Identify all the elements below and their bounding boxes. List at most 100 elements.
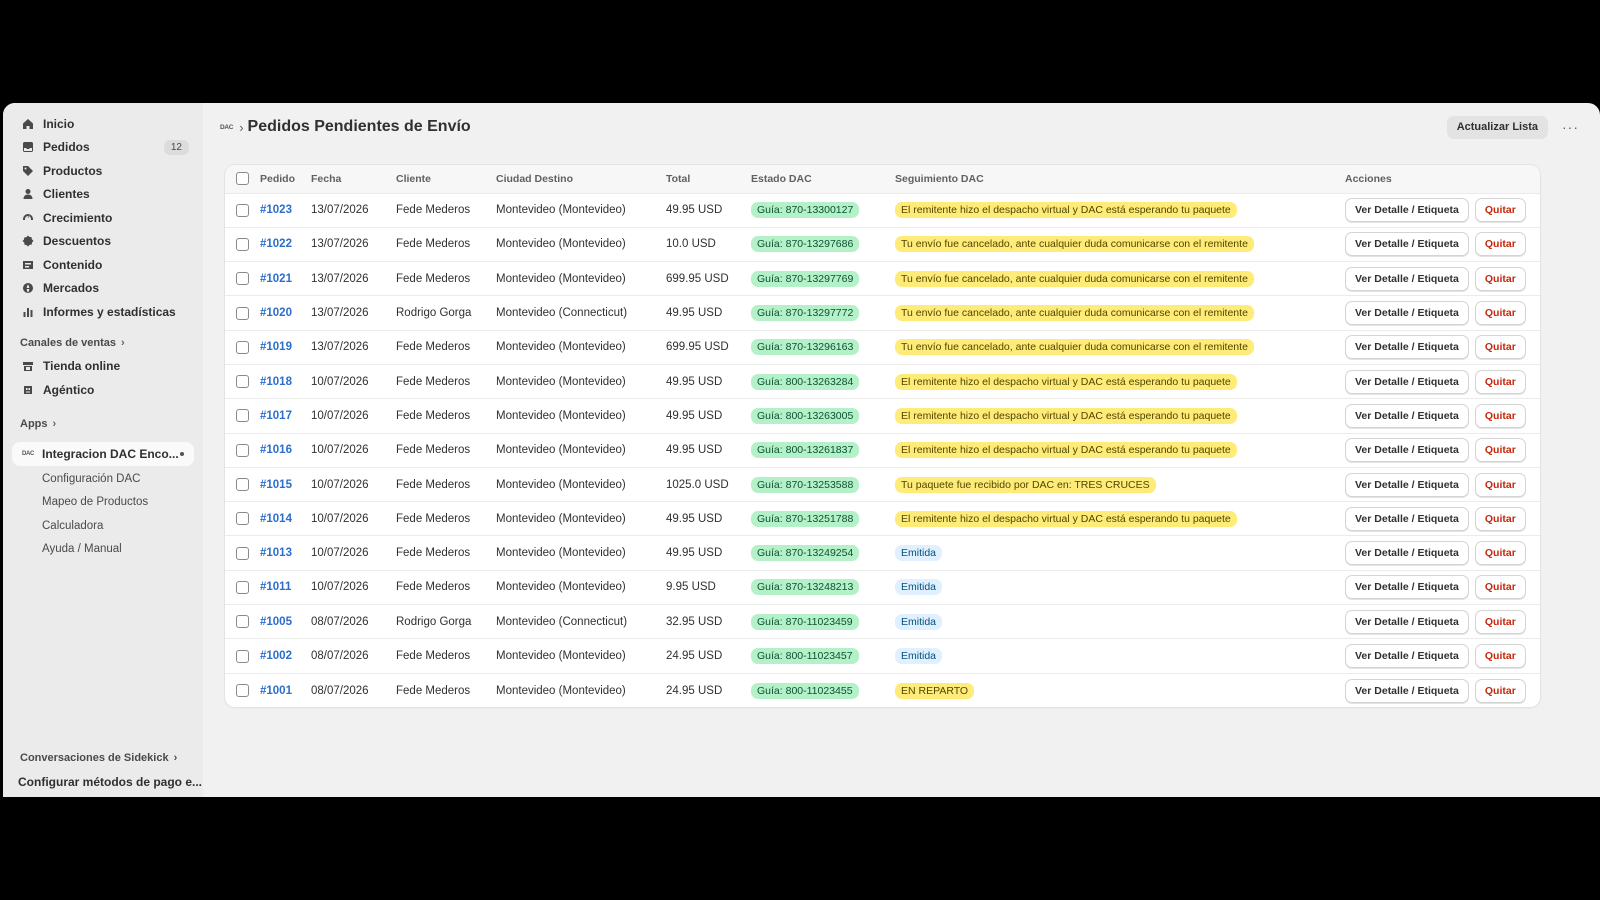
view-detail-button[interactable]: Ver Detalle / Etiqueta bbox=[1345, 301, 1469, 326]
order-link[interactable]: #1019 bbox=[260, 341, 292, 353]
view-detail-button[interactable]: Ver Detalle / Etiqueta bbox=[1345, 369, 1469, 394]
remove-button[interactable]: Quitar bbox=[1474, 438, 1526, 463]
table-row[interactable]: #1016 10/07/2026 Fede Mederos Montevideo (M… bbox=[225, 433, 1540, 468]
sidebar-item-crecimiento[interactable]: Crecimiento bbox=[3, 206, 203, 230]
view-detail-button[interactable]: Ver Detalle / Etiqueta bbox=[1345, 644, 1469, 668]
order-link[interactable]: #1015 bbox=[260, 479, 292, 491]
view-detail-button[interactable]: Ver Detalle / Etiqueta bbox=[1345, 198, 1469, 223]
remove-button[interactable]: Quitar bbox=[1474, 266, 1526, 291]
configure-payments-link[interactable]: Configurar métodos de pago e... bbox=[3, 770, 203, 794]
table-row[interactable]: #1005 08/07/2026 Rodrigo Gorga Montevideo (… bbox=[225, 604, 1540, 640]
order-link[interactable]: #1023 bbox=[260, 204, 292, 216]
view-detail-button[interactable]: Ver Detalle / Etiqueta bbox=[1345, 403, 1469, 428]
row-checkbox[interactable] bbox=[236, 512, 249, 526]
apps-title[interactable]: Apps › bbox=[3, 412, 203, 436]
remove-button[interactable]: Quitar bbox=[1474, 609, 1526, 634]
table-row[interactable]: #1022 13/07/2026 Fede Mederos Montevideo (M… bbox=[225, 227, 1540, 263]
row-checkbox[interactable] bbox=[236, 615, 249, 629]
table-row[interactable]: #1023 13/07/2026 Fede Mederos Montevideo (M… bbox=[225, 193, 1540, 228]
view-detail-button[interactable]: Ver Detalle / Etiqueta bbox=[1345, 506, 1469, 531]
row-checkbox[interactable] bbox=[236, 546, 249, 560]
sidebar-item-productos[interactable]: Productos bbox=[3, 159, 203, 183]
row-checkbox[interactable] bbox=[236, 478, 249, 492]
table-row[interactable]: #1015 10/07/2026 Fede Mederos Montevideo (M… bbox=[225, 467, 1540, 503]
table-row[interactable]: #1011 10/07/2026 Fede Mederos Montevideo (M… bbox=[225, 570, 1540, 606]
order-link[interactable]: #1022 bbox=[260, 238, 292, 250]
view-detail-button[interactable]: Ver Detalle / Etiqueta bbox=[1345, 472, 1469, 497]
table-row[interactable]: #1020 13/07/2026 Rodrigo Gorga Montevideo (… bbox=[225, 295, 1540, 331]
table-row[interactable]: #1001 08/07/2026 Fede Mederos Montevideo (M… bbox=[225, 673, 1540, 707]
sidebar-item-descuentos[interactable]: Descuentos bbox=[3, 230, 203, 254]
order-link[interactable]: #1014 bbox=[260, 513, 292, 525]
table-row[interactable]: #1013 10/07/2026 Fede Mederos Montevideo (M… bbox=[225, 535, 1540, 571]
table-row[interactable]: #1014 10/07/2026 Fede Mederos Montevideo (M… bbox=[225, 501, 1540, 537]
view-detail-button[interactable]: Ver Detalle / Etiqueta bbox=[1345, 541, 1469, 566]
sidekick-conversations-link[interactable]: Conversaciones de Sidekick › bbox=[3, 746, 203, 770]
view-detail-button[interactable]: Ver Detalle / Etiqueta bbox=[1345, 232, 1469, 257]
remove-button[interactable]: Quitar bbox=[1474, 403, 1526, 428]
refresh-list-button[interactable]: Actualizar Lista bbox=[1446, 115, 1548, 139]
sales-channels-title[interactable]: Canales de ventas › bbox=[3, 331, 203, 355]
remove-button[interactable]: Quitar bbox=[1474, 644, 1526, 668]
row-checkbox[interactable] bbox=[236, 237, 249, 251]
more-actions-icon[interactable]: ··· bbox=[1562, 119, 1580, 135]
channel-item-agéntico[interactable]: Agéntico bbox=[3, 378, 203, 402]
order-link[interactable]: #1017 bbox=[260, 410, 292, 422]
remove-button[interactable]: Quitar bbox=[1474, 369, 1526, 394]
remove-button[interactable]: Quitar bbox=[1474, 575, 1526, 600]
table-row[interactable]: #1019 13/07/2026 Fede Mederos Montevideo (M… bbox=[225, 330, 1540, 365]
remove-button[interactable]: Quitar bbox=[1474, 506, 1526, 531]
order-link[interactable]: #1005 bbox=[260, 616, 292, 628]
dac-logo-icon[interactable]: DAC bbox=[220, 124, 233, 131]
sidebar-item-inicio[interactable]: Inicio bbox=[3, 112, 203, 136]
sidebar-item-mercados[interactable]: Mercados bbox=[3, 277, 203, 301]
row-checkbox[interactable] bbox=[236, 306, 249, 320]
order-link[interactable]: #1002 bbox=[260, 650, 292, 662]
order-link[interactable]: #1013 bbox=[260, 547, 292, 559]
app-subitem[interactable]: Mapeo de Productos bbox=[3, 491, 203, 515]
view-detail-button[interactable]: Ver Detalle / Etiqueta bbox=[1345, 609, 1469, 634]
app-subitem[interactable]: Configuración DAC bbox=[3, 468, 203, 492]
sidebar-item-contenido[interactable]: Contenido bbox=[3, 253, 203, 277]
row-checkbox[interactable] bbox=[236, 409, 249, 423]
order-link[interactable]: #1020 bbox=[260, 307, 292, 319]
row-checkbox[interactable] bbox=[236, 272, 249, 286]
row-checkbox[interactable] bbox=[236, 580, 249, 594]
order-link[interactable]: #1018 bbox=[260, 376, 292, 388]
app-subitem[interactable]: Ayuda / Manual bbox=[3, 538, 203, 562]
view-detail-button[interactable]: Ver Detalle / Etiqueta bbox=[1345, 335, 1469, 360]
row-checkbox[interactable] bbox=[236, 375, 249, 389]
remove-button[interactable]: Quitar bbox=[1474, 198, 1526, 223]
app-integracion-dac[interactable]: DAC Integracion DAC Enco... bbox=[12, 441, 194, 466]
app-subitem[interactable]: Calculadora bbox=[3, 515, 203, 539]
remove-button[interactable]: Quitar bbox=[1474, 472, 1526, 497]
view-detail-button[interactable]: Ver Detalle / Etiqueta bbox=[1345, 678, 1469, 703]
order-link[interactable]: #1016 bbox=[260, 444, 292, 456]
table-row[interactable]: #1021 13/07/2026 Fede Mederos Montevideo (M… bbox=[225, 261, 1540, 297]
row-checkbox[interactable] bbox=[236, 443, 249, 457]
sidebar-item-clientes[interactable]: Clientes bbox=[3, 183, 203, 207]
table-row[interactable]: #1018 10/07/2026 Fede Mederos Montevideo (M… bbox=[225, 364, 1540, 400]
order-link[interactable]: #1001 bbox=[260, 685, 292, 697]
order-link[interactable]: #1011 bbox=[260, 581, 291, 593]
view-detail-button[interactable]: Ver Detalle / Etiqueta bbox=[1345, 575, 1469, 600]
view-detail-button[interactable]: Ver Detalle / Etiqueta bbox=[1345, 438, 1469, 463]
row-checkbox[interactable] bbox=[236, 684, 249, 698]
row-checkbox[interactable] bbox=[236, 649, 249, 663]
row-checkbox[interactable] bbox=[236, 340, 249, 354]
row-checkbox[interactable] bbox=[236, 203, 249, 217]
remove-button[interactable]: Quitar bbox=[1474, 232, 1526, 257]
table-row[interactable]: #1002 08/07/2026 Fede Mederos Montevideo (M… bbox=[225, 638, 1540, 674]
remove-button[interactable]: Quitar bbox=[1474, 301, 1526, 326]
remove-button[interactable]: Quitar bbox=[1474, 678, 1526, 703]
remove-button[interactable]: Quitar bbox=[1474, 541, 1526, 566]
channel-item-tienda-online[interactable]: Tienda online bbox=[3, 355, 203, 379]
sidebar-item-informes-y-estadísticas[interactable]: Informes y estadísticas bbox=[3, 300, 203, 324]
order-link[interactable]: #1021 bbox=[260, 273, 292, 285]
select-all-checkbox[interactable] bbox=[236, 172, 249, 186]
actions-cell: Ver Detalle / Etiqueta Quitar bbox=[1345, 673, 1540, 707]
sidebar-item-pedidos[interactable]: Pedidos 12 bbox=[3, 136, 203, 160]
view-detail-button[interactable]: Ver Detalle / Etiqueta bbox=[1345, 266, 1469, 291]
remove-button[interactable]: Quitar bbox=[1474, 335, 1526, 360]
table-row[interactable]: #1017 10/07/2026 Fede Mederos Montevideo (M… bbox=[225, 398, 1540, 434]
